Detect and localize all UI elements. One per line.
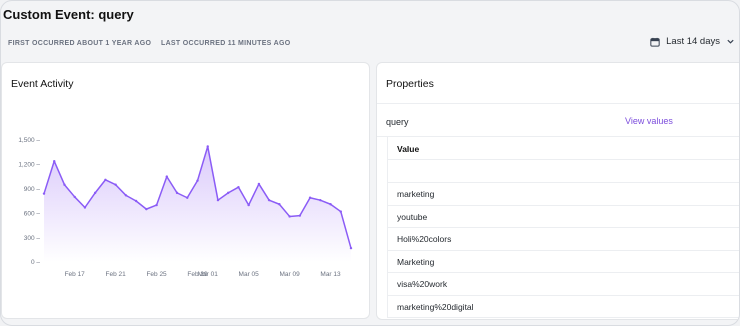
first-occurred-text: FIRST OCCURRED ABOUT 1 YEAR AGO [8, 40, 152, 47]
event-detail-page: Custom Event: query FIRST OCCURRED ABOUT… [0, 0, 740, 326]
data-point[interactable] [278, 203, 281, 206]
data-point[interactable] [247, 203, 250, 207]
event-activity-card: Event Activity 0 –300 –600 –900 –1,200 –… [1, 62, 370, 319]
data-point[interactable] [288, 215, 291, 218]
data-point[interactable] [267, 198, 271, 202]
chevron-down-icon [727, 39, 734, 44]
table-row[interactable]: visa%20work [388, 273, 739, 296]
last-occurred-text: LAST OCCURRED 11 MINUTES AGO [161, 40, 291, 47]
property-name: query [386, 117, 409, 127]
data-point[interactable] [73, 195, 76, 199]
data-point[interactable] [196, 179, 199, 182]
data-point[interactable] [42, 192, 46, 195]
y-tick-label: 900 – [24, 186, 41, 193]
data-point[interactable] [155, 203, 158, 207]
data-point[interactable] [339, 210, 342, 213]
data-point[interactable] [165, 175, 168, 178]
properties-card: Properties query View values Value marke… [376, 62, 739, 320]
x-tick-label: Mar 01 [198, 271, 219, 278]
data-point[interactable] [308, 196, 312, 199]
data-point[interactable] [257, 182, 261, 186]
table-row[interactable]: Marketing [388, 251, 739, 273]
data-point[interactable] [124, 194, 128, 197]
x-tick-label: Feb 25 [146, 271, 167, 278]
data-point[interactable] [93, 191, 97, 195]
data-point[interactable] [216, 198, 220, 202]
y-tick-label: 1,200 – [18, 162, 40, 169]
table-row[interactable]: marketing%20digital [388, 296, 739, 318]
properties-title: Properties [386, 78, 434, 90]
data-point[interactable] [175, 191, 179, 195]
table-row[interactable]: Holi%20colors [388, 228, 739, 251]
data-point[interactable] [237, 185, 240, 189]
x-tick-label: Mar 05 [239, 271, 260, 278]
data-point[interactable] [53, 159, 56, 163]
page-title: Custom Event: query [3, 7, 134, 22]
table-header-spacer [388, 160, 739, 183]
x-tick-label: Feb 21 [106, 271, 127, 278]
data-point[interactable] [186, 196, 189, 199]
calendar-icon [650, 37, 660, 47]
data-point[interactable] [329, 203, 332, 206]
data-point[interactable] [63, 183, 66, 186]
data-point[interactable] [298, 214, 302, 217]
y-tick-label: 1,500 – [18, 137, 40, 144]
data-point[interactable] [349, 246, 353, 250]
date-range-dropdown[interactable]: Last 14 days [650, 36, 735, 47]
data-point[interactable] [319, 198, 322, 202]
y-tick-label: 600 – [24, 210, 41, 217]
series-area [44, 146, 351, 262]
x-tick-label: Mar 13 [320, 271, 341, 278]
x-tick-label: Mar 09 [279, 271, 300, 278]
data-point[interactable] [104, 178, 107, 182]
property-values-table: Value marketing youtube Holi%20colors Ma… [387, 136, 739, 318]
x-tick-label: Feb 17 [65, 271, 86, 278]
divider [377, 103, 739, 104]
y-tick-label: 0 – [31, 259, 40, 266]
event-activity-chart: 0 – 300 – 600 – 900 – 1,200 – 1,500 – Feb 17 Fe… [18, 137, 353, 278]
table-row[interactable]: marketing [388, 183, 739, 206]
view-values-link[interactable]: View values [625, 116, 673, 126]
data-point[interactable] [206, 145, 209, 148]
data-point[interactable] [227, 191, 230, 195]
data-point[interactable] [134, 199, 138, 203]
date-range-label: Last 14 days [666, 36, 720, 47]
table-row[interactable]: youtube [388, 206, 739, 228]
data-point[interactable] [145, 207, 148, 211]
data-point[interactable] [83, 206, 87, 209]
data-point[interactable] [114, 183, 117, 186]
y-tick-label: 300 – [24, 235, 41, 242]
table-header-value: Value [388, 136, 739, 160]
